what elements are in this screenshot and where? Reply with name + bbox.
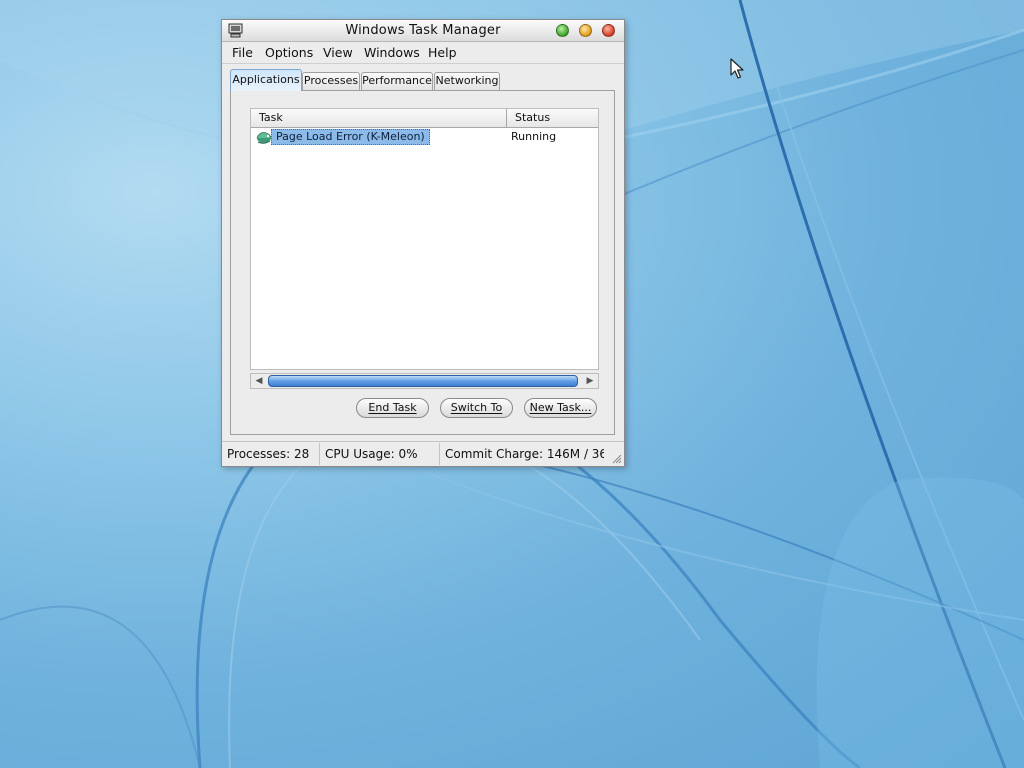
column-header-status[interactable]: Status: [507, 109, 598, 127]
tab-processes[interactable]: Processes: [302, 72, 360, 90]
menu-file[interactable]: File: [232, 45, 253, 60]
title-bar[interactable]: Windows Task Manager: [222, 20, 624, 42]
resize-grip-icon[interactable]: [610, 452, 622, 464]
status-processes: Processes: 28: [222, 443, 320, 465]
switch-to-button[interactable]: Switch To: [440, 398, 513, 418]
new-task-button[interactable]: New Task...: [524, 398, 597, 418]
menu-view[interactable]: View: [323, 45, 353, 60]
task-status: Running: [511, 130, 557, 143]
tab-performance[interactable]: Performance: [361, 72, 433, 90]
column-header-task[interactable]: Task: [251, 109, 507, 127]
mouse-cursor-icon: [730, 58, 744, 79]
menu-options[interactable]: Options: [265, 45, 313, 60]
menu-windows[interactable]: Windows: [364, 45, 420, 60]
scroll-right-icon[interactable]: ▶: [583, 374, 597, 388]
task-manager-window: Windows Task Manager File Options View W…: [221, 19, 625, 467]
status-bar: Processes: 28 CPU Usage: 0% Commit Charg…: [222, 441, 624, 466]
table-row[interactable]: Page Load Error (K-Meleon) Running: [251, 128, 598, 146]
tab-networking[interactable]: Networking: [434, 72, 500, 90]
horizontal-scrollbar[interactable]: ◀ ▶: [250, 373, 599, 389]
close-button[interactable]: [602, 24, 615, 37]
tab-applications[interactable]: Applications: [230, 69, 302, 91]
task-name: Page Load Error (K-Meleon): [271, 129, 430, 145]
applications-panel: Task Status Page Load Error (K-Meleon) R…: [230, 90, 615, 435]
scroll-left-icon[interactable]: ◀: [252, 374, 266, 388]
scroll-thumb[interactable]: [268, 375, 578, 387]
list-header: Task Status: [251, 109, 598, 128]
minimize-button[interactable]: [579, 24, 592, 37]
task-list[interactable]: Task Status Page Load Error (K-Meleon) R…: [250, 108, 599, 370]
menu-bar: File Options View Windows Help: [222, 42, 624, 64]
maximize-button[interactable]: [556, 24, 569, 37]
menu-help[interactable]: Help: [428, 45, 457, 60]
status-cpu-usage: CPU Usage: 0%: [320, 443, 440, 465]
status-commit-charge: Commit Charge: 146M / 36: [445, 447, 604, 461]
end-task-button[interactable]: End Task: [356, 398, 429, 418]
